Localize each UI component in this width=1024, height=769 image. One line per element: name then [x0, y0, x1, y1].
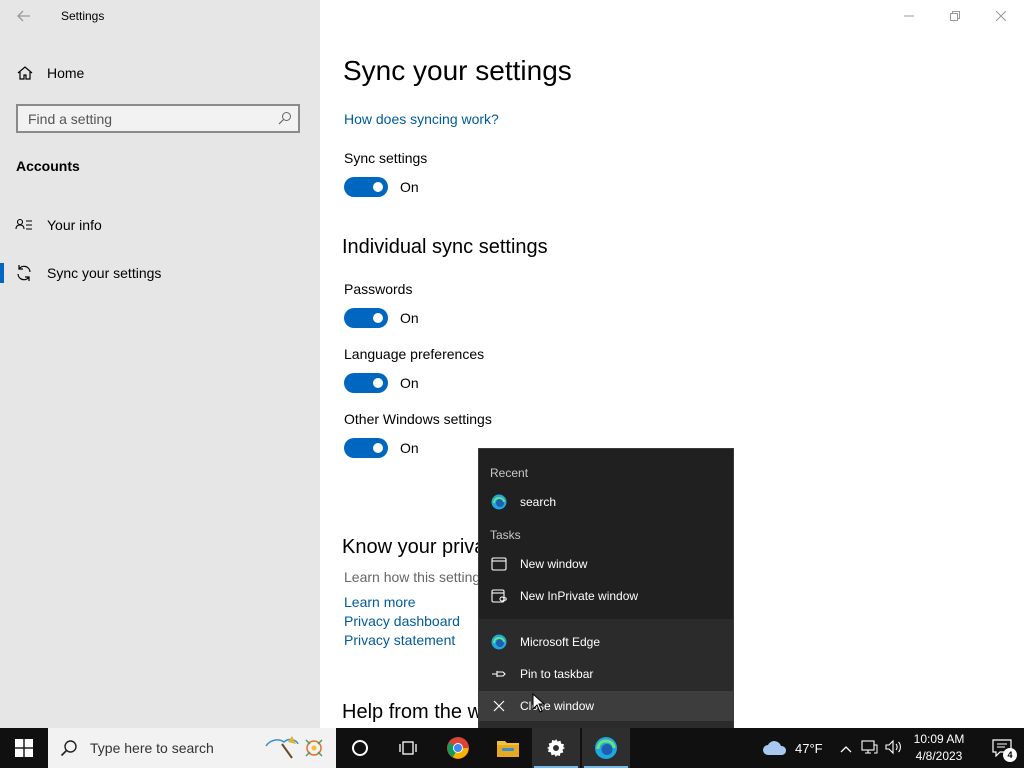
- how-syncing-works-link[interactable]: How does syncing work?: [344, 111, 499, 127]
- home-link[interactable]: Home: [16, 62, 84, 84]
- restore-icon[interactable]: [932, 0, 978, 32]
- taskbar: Type here to search 47°F 10:09 AM 4/8/20…: [0, 728, 1024, 768]
- cortana-circle-icon: [352, 740, 368, 756]
- find-setting-box[interactable]: [16, 104, 300, 133]
- task-view-icon: [399, 741, 417, 755]
- jl-item-label: search: [520, 495, 557, 509]
- folder-icon: [497, 741, 519, 757]
- gear-icon: [547, 739, 565, 757]
- home-icon: [16, 64, 34, 82]
- edge-icon: [491, 634, 507, 650]
- privacy-description: Learn how this setting: [344, 569, 481, 585]
- close-window-item[interactable]: Close window: [479, 691, 733, 721]
- weather-widget[interactable]: 47°F: [762, 728, 823, 768]
- taskbar-search-box[interactable]: Type here to search: [48, 728, 336, 768]
- learn-more-link[interactable]: Learn more: [344, 594, 416, 610]
- jl-item-label: New InPrivate window: [520, 589, 639, 603]
- pin-icon: [491, 666, 507, 682]
- clock[interactable]: 10:09 AM 4/8/2023: [904, 731, 974, 765]
- other-windows-settings-toggle-row: On: [344, 438, 419, 458]
- search-highlight-illustration-icon: [262, 732, 328, 764]
- cortana-button[interactable]: [336, 728, 384, 768]
- sidebar-item-label: Sync your settings: [47, 265, 162, 281]
- new-inprivate-window-item[interactable]: New InPrivate window: [479, 581, 733, 611]
- find-setting-input[interactable]: [18, 106, 268, 131]
- language-preferences-label: Language preferences: [344, 346, 485, 362]
- new-window-item[interactable]: New window: [479, 549, 733, 579]
- chrome-taskbar-button[interactable]: [434, 728, 482, 768]
- passwords-toggle[interactable]: [344, 308, 388, 328]
- toggle-state-text: On: [400, 375, 419, 391]
- task-view-button[interactable]: [384, 728, 432, 768]
- cloud-icon: [763, 741, 787, 755]
- section-heading-accounts: Accounts: [16, 158, 80, 174]
- tasks-category: Tasks: [490, 528, 521, 542]
- individual-sync-heading: Individual sync settings: [342, 236, 548, 258]
- weather-temperature: 47°F: [795, 740, 823, 756]
- page-title: Sync your settings: [343, 55, 572, 86]
- privacy-heading: Know your priva: [342, 536, 486, 558]
- sidebar-item-sync-settings[interactable]: Sync your settings: [0, 255, 320, 291]
- help-heading: Help from the w: [342, 701, 483, 723]
- sidebar-item-your-info[interactable]: Your info: [0, 207, 320, 243]
- clock-time: 10:09 AM: [913, 732, 965, 746]
- edge-jump-list: Recent search Tasks New window New InPri…: [478, 448, 734, 729]
- sync-settings-toggle[interactable]: [344, 177, 388, 197]
- passwords-toggle-row: On: [344, 308, 419, 328]
- close-icon: [491, 698, 507, 714]
- close-icon[interactable]: [978, 0, 1024, 32]
- privacy-statement-link[interactable]: Privacy statement: [344, 632, 455, 648]
- search-icon[interactable]: [278, 111, 292, 125]
- start-button[interactable]: [0, 728, 48, 768]
- system-tray: [840, 728, 902, 768]
- minimize-icon[interactable]: [886, 0, 932, 32]
- edge-taskbar-button[interactable]: [582, 728, 630, 768]
- network-icon[interactable]: [860, 739, 878, 758]
- window-controls: [886, 0, 1024, 32]
- back-arrow-icon[interactable]: [14, 6, 34, 26]
- mouse-cursor-icon: [532, 692, 546, 713]
- recent-category: Recent: [490, 466, 529, 480]
- toggle-state-text: On: [400, 440, 419, 456]
- sync-settings-label: Sync settings: [344, 150, 428, 166]
- microsoft-edge-item[interactable]: Microsoft Edge: [479, 627, 733, 657]
- search-icon: [60, 739, 78, 757]
- jl-item-label: Pin to taskbar: [520, 667, 594, 681]
- sidebar: Settings Home Accounts Your info Sync yo…: [0, 0, 320, 728]
- privacy-dashboard-link[interactable]: Privacy dashboard: [344, 613, 460, 629]
- recent-item-search[interactable]: search: [479, 487, 733, 517]
- pin-to-taskbar-item[interactable]: Pin to taskbar: [479, 659, 733, 689]
- language-preferences-toggle-row: On: [344, 373, 419, 393]
- other-windows-settings-toggle[interactable]: [344, 438, 388, 458]
- chevron-up-icon[interactable]: [840, 741, 854, 756]
- jl-item-label: Microsoft Edge: [520, 635, 601, 649]
- clock-date: 4/8/2023: [915, 749, 963, 763]
- jump-list-app-section: Microsoft Edge Pin to taskbar Close wind…: [479, 619, 733, 729]
- sidebar-item-label: Your info: [47, 217, 102, 233]
- windows-logo-icon: [15, 739, 33, 757]
- jl-item-label: New window: [520, 557, 588, 571]
- file-explorer-taskbar-button[interactable]: [484, 728, 532, 768]
- action-center-button[interactable]: 4: [980, 728, 1024, 768]
- window-icon: [491, 556, 507, 572]
- sync-icon: [15, 264, 33, 282]
- passwords-label: Passwords: [344, 281, 413, 297]
- notification-count-badge: 4: [1003, 748, 1017, 762]
- other-windows-settings-label: Other Windows settings: [344, 411, 492, 427]
- sync-settings-toggle-row: On: [344, 177, 419, 197]
- toggle-state-text: On: [400, 179, 419, 195]
- toggle-state-text: On: [400, 310, 419, 326]
- home-label: Home: [47, 65, 85, 81]
- taskbar-search-placeholder: Type here to search: [90, 740, 214, 756]
- chrome-icon: [447, 737, 469, 759]
- settings-taskbar-button[interactable]: [532, 728, 580, 768]
- person-card-icon: [15, 216, 33, 234]
- window-title: Settings: [61, 9, 105, 23]
- edge-icon: [491, 494, 507, 510]
- edge-icon: [595, 737, 617, 759]
- inprivate-window-icon: [491, 588, 507, 604]
- volume-icon[interactable]: [884, 739, 902, 758]
- language-preferences-toggle[interactable]: [344, 373, 388, 393]
